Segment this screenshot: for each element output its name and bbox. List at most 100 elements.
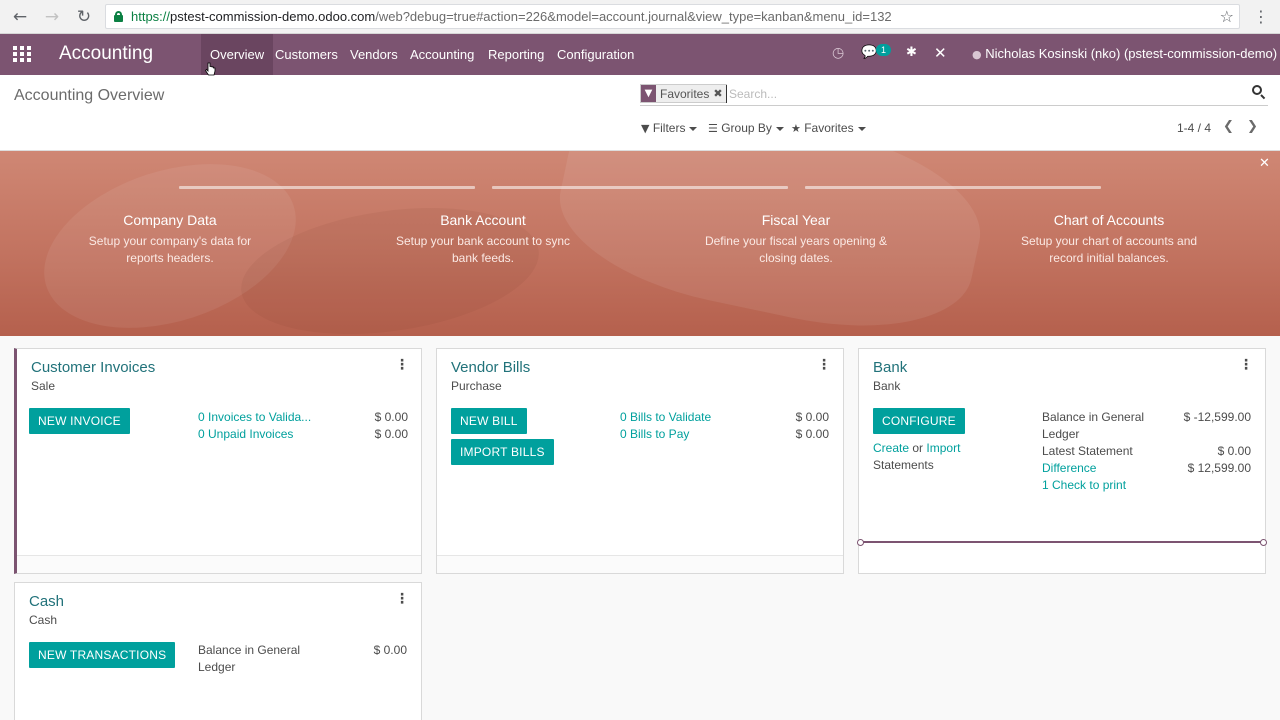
step-bank-account-desc: Setup your bank account to sync bank fee… xyxy=(395,234,571,265)
user-menu[interactable]: ● Nicholas Kosinski (nko) (pstest-commis… xyxy=(972,46,1280,61)
create-statement-link[interactable]: Create xyxy=(873,441,909,455)
forward-button[interactable]: → xyxy=(40,5,64,29)
hand-cursor-icon xyxy=(204,62,216,76)
bookmark-star-icon[interactable]: ☆ xyxy=(1220,7,1234,26)
tools-icon[interactable]: ✕ xyxy=(934,44,947,62)
search-icon[interactable] xyxy=(1252,85,1266,100)
filter-icon: ▼ xyxy=(641,85,656,102)
url-scheme: https:// xyxy=(131,9,171,24)
card-title[interactable]: Bank xyxy=(873,359,907,376)
journal-card-customer-invoices: Customer Invoices Sale ⋮ New Invoice 0 I… xyxy=(14,348,422,574)
invoices-to-validate-amount: $ 0.00 xyxy=(374,410,408,424)
card-title[interactable]: Cash xyxy=(29,593,64,610)
checks-to-print-link[interactable]: 1 Check to print xyxy=(1042,478,1126,492)
groupby-dropdown[interactable]: ☰ Group By xyxy=(708,121,784,135)
card-menu-icon[interactable]: ⋮ xyxy=(1239,357,1253,373)
step-chart-of-accounts-desc: Setup your chart of accounts and record … xyxy=(1020,234,1198,265)
statements-text: Statements xyxy=(873,458,934,472)
chat-icon[interactable]: 💬 xyxy=(861,45,877,60)
card-title[interactable]: Vendor Bills xyxy=(451,359,530,376)
groupby-list-icon: ☰ xyxy=(708,122,718,135)
back-button[interactable]: ← xyxy=(8,5,32,29)
card-graph-footer xyxy=(17,555,421,573)
filter-funnel-icon: ▼ xyxy=(641,122,650,135)
pager-next-icon[interactable]: ❯ xyxy=(1247,119,1258,134)
url-host: pstest-commission-demo.odoo.com xyxy=(170,9,376,24)
filters-dropdown[interactable]: ▼ Filters xyxy=(641,121,698,135)
new-bill-button[interactable]: New Bill xyxy=(451,408,527,434)
card-menu-icon[interactable]: ⋮ xyxy=(817,357,831,373)
step-company-data-title[interactable]: Company Data xyxy=(60,212,280,228)
groupby-label: Group By xyxy=(721,121,772,135)
bank-balance-graph-line xyxy=(857,539,1267,546)
control-panel: Accounting Overview ▼ Favorites ✖ ▼ Filt… xyxy=(0,75,1280,151)
card-menu-icon[interactable]: ⋮ xyxy=(395,357,409,373)
configure-button[interactable]: Configure xyxy=(873,408,965,434)
card-journal-type: Sale xyxy=(31,379,56,393)
user-avatar-icon: ● xyxy=(972,48,982,61)
activity-clock-icon[interactable]: ◷ xyxy=(832,45,844,61)
new-invoice-button[interactable]: New Invoice xyxy=(29,408,130,434)
create-import-statements: Create or Import Statements xyxy=(873,440,960,474)
step-progress-bar xyxy=(492,186,788,189)
page-title: Accounting Overview xyxy=(14,87,165,104)
favorites-label: Favorites xyxy=(804,121,854,135)
cash-balance-label: Balance in General Ledger xyxy=(198,643,301,674)
balance-general-ledger-amount: $ -12,599.00 xyxy=(1183,410,1251,424)
card-journal-type: Bank xyxy=(873,379,901,393)
import-bills-button[interactable]: Import Bills xyxy=(451,439,554,465)
unpaid-invoices-link[interactable]: 0 Unpaid Invoices xyxy=(198,427,293,441)
card-menu-icon[interactable]: ⋮ xyxy=(395,591,409,607)
search-bar[interactable]: ▼ Favorites ✖ xyxy=(640,84,1268,106)
browser-toolbar: ← → ↻ https://pstest-commission-demo.odo… xyxy=(0,0,1280,34)
search-input[interactable] xyxy=(726,85,1246,103)
menu-customers[interactable]: Customers xyxy=(266,34,347,75)
bills-to-pay-amount: $ 0.00 xyxy=(795,427,829,441)
card-journal-type: Purchase xyxy=(451,379,502,393)
card-title[interactable]: Customer Invoices xyxy=(31,359,155,376)
url-text[interactable]: https://pstest-commission-demo.odoo.com/… xyxy=(131,9,892,24)
step-fiscal-year-title[interactable]: Fiscal Year xyxy=(686,212,906,228)
unpaid-invoices-amount: $ 0.00 xyxy=(374,427,408,441)
journal-card-bank: Bank Bank ⋮ Configure Create or Import S… xyxy=(857,348,1267,574)
onboarding-banner: ✕ Company Data Setup your company's data… xyxy=(0,151,1280,336)
difference-link[interactable]: Difference xyxy=(1042,461,1096,475)
step-chart-of-accounts-title[interactable]: Chart of Accounts xyxy=(999,212,1219,228)
menu-reporting[interactable]: Reporting xyxy=(479,34,553,75)
lock-icon xyxy=(114,11,123,22)
chat-count-badge: 1 xyxy=(876,44,892,56)
favorites-dropdown[interactable]: ★ Favorites xyxy=(791,121,866,135)
apps-grid-icon[interactable] xyxy=(13,46,31,62)
step-company-data-desc: Setup your company's data for reports he… xyxy=(88,234,252,265)
facet-label: Favorites xyxy=(660,86,710,101)
main-navbar: Accounting Overview Customers Vendors Ac… xyxy=(0,34,1280,75)
or-text: or xyxy=(912,441,924,455)
bills-to-pay-link[interactable]: 0 Bills to Pay xyxy=(620,427,689,441)
bills-to-validate-amount: $ 0.00 xyxy=(795,410,829,424)
balance-general-ledger-label: Balance in General Ledger xyxy=(1042,410,1145,441)
bills-to-validate-link[interactable]: 0 Bills to Validate xyxy=(620,410,711,424)
journal-card-vendor-bills: Vendor Bills Purchase ⋮ New Bill Import … xyxy=(436,348,844,574)
address-bar[interactable]: https://pstest-commission-demo.odoo.com/… xyxy=(105,4,1240,29)
banner-close-icon[interactable]: ✕ xyxy=(1259,156,1270,171)
difference-amount: $ 12,599.00 xyxy=(1187,461,1251,475)
invoices-to-validate-link[interactable]: 0 Invoices to Valida... xyxy=(198,410,311,424)
url-path: /web?debug=true#action=226&model=account… xyxy=(375,9,892,24)
facet-remove-icon[interactable]: ✖ xyxy=(713,87,725,100)
cash-balance-amount: $ 0.00 xyxy=(373,643,407,657)
latest-statement-label: Latest Statement xyxy=(1042,444,1133,458)
menu-configuration[interactable]: Configuration xyxy=(548,34,643,75)
import-statement-link[interactable]: Import xyxy=(926,441,960,455)
menu-accounting[interactable]: Accounting xyxy=(401,34,483,75)
debug-bug-icon[interactable]: ✱ xyxy=(906,45,917,60)
step-bank-account-title[interactable]: Bank Account xyxy=(373,212,593,228)
new-transactions-button[interactable]: New Transactions xyxy=(29,642,176,668)
card-graph-footer xyxy=(437,555,843,573)
search-facet[interactable]: ▼ Favorites ✖ xyxy=(640,84,727,103)
pager-previous-icon[interactable]: ❮ xyxy=(1223,119,1234,134)
menu-vendors[interactable]: Vendors xyxy=(341,34,407,75)
app-title[interactable]: Accounting xyxy=(59,43,153,65)
reload-button[interactable]: ↻ xyxy=(72,5,96,29)
pager-value[interactable]: 1-4 / 4 xyxy=(1177,121,1211,135)
browser-menu-icon[interactable]: ⋮ xyxy=(1253,5,1269,29)
